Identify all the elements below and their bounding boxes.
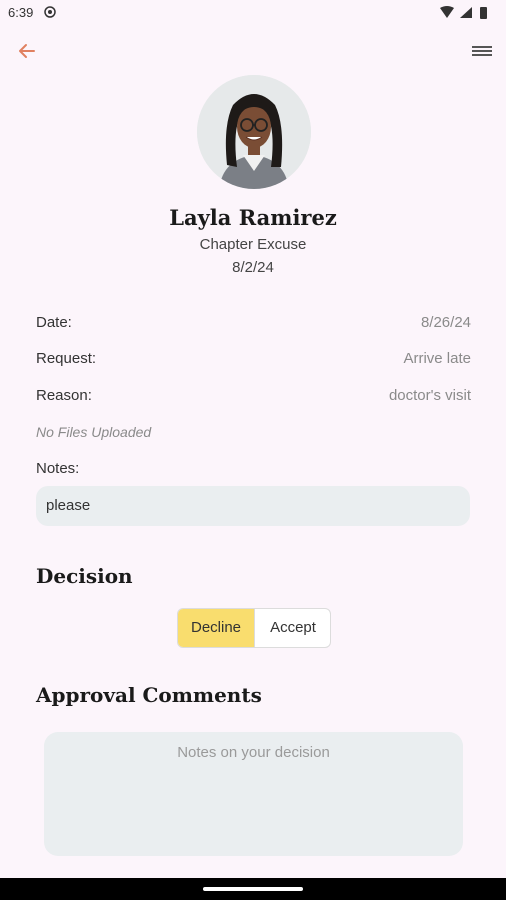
system-navigation-bar bbox=[0, 878, 506, 900]
decision-heading: Decision bbox=[36, 564, 133, 588]
accept-button[interactable]: Accept bbox=[254, 609, 330, 647]
detail-row-request: Request: Arrive late bbox=[36, 350, 471, 372]
notes-label: Notes: bbox=[36, 460, 80, 477]
battery-icon bbox=[480, 7, 487, 19]
detail-value: 8/26/24 bbox=[420, 314, 471, 331]
app-bar bbox=[0, 34, 506, 66]
submitted-date: 8/2/24 bbox=[232, 259, 274, 276]
detail-label: Request: bbox=[36, 350, 97, 367]
system-status-icons bbox=[440, 6, 487, 19]
notes-value: please bbox=[46, 497, 91, 514]
user-name: Layla Ramirez bbox=[169, 205, 337, 230]
detail-label: Date: bbox=[36, 314, 72, 331]
files-status: No Files Uploaded bbox=[36, 424, 152, 440]
signal-icon bbox=[460, 7, 472, 18]
detail-value: doctor's visit bbox=[388, 387, 471, 404]
request-type: Chapter Excuse bbox=[199, 236, 307, 253]
avatar bbox=[197, 75, 311, 189]
approval-comments-heading: Approval Comments bbox=[36, 683, 262, 707]
approval-comments-placeholder: Notes on your decision bbox=[177, 744, 330, 761]
profile-photo bbox=[197, 75, 311, 189]
approval-comments-input[interactable]: Notes on your decision bbox=[44, 732, 463, 856]
detail-row-reason: Reason: doctor's visit bbox=[36, 387, 471, 409]
arrow-left-icon[interactable] bbox=[14, 38, 40, 64]
wifi-icon bbox=[440, 6, 454, 18]
detail-label: Reason: bbox=[36, 387, 92, 404]
notes-field: please bbox=[36, 486, 470, 526]
status-time: 6:39 bbox=[8, 5, 34, 20]
detail-value: Arrive late bbox=[403, 350, 471, 367]
detail-row-date: Date: 8/26/24 bbox=[36, 314, 471, 336]
decision-toggle: Decline Accept bbox=[177, 608, 331, 648]
home-gesture-handle[interactable] bbox=[203, 887, 303, 891]
menu-icon[interactable] bbox=[470, 40, 494, 62]
camera-status-icon bbox=[44, 6, 56, 18]
status-bar: 6:39 bbox=[0, 0, 506, 26]
decline-button[interactable]: Decline bbox=[178, 609, 254, 647]
